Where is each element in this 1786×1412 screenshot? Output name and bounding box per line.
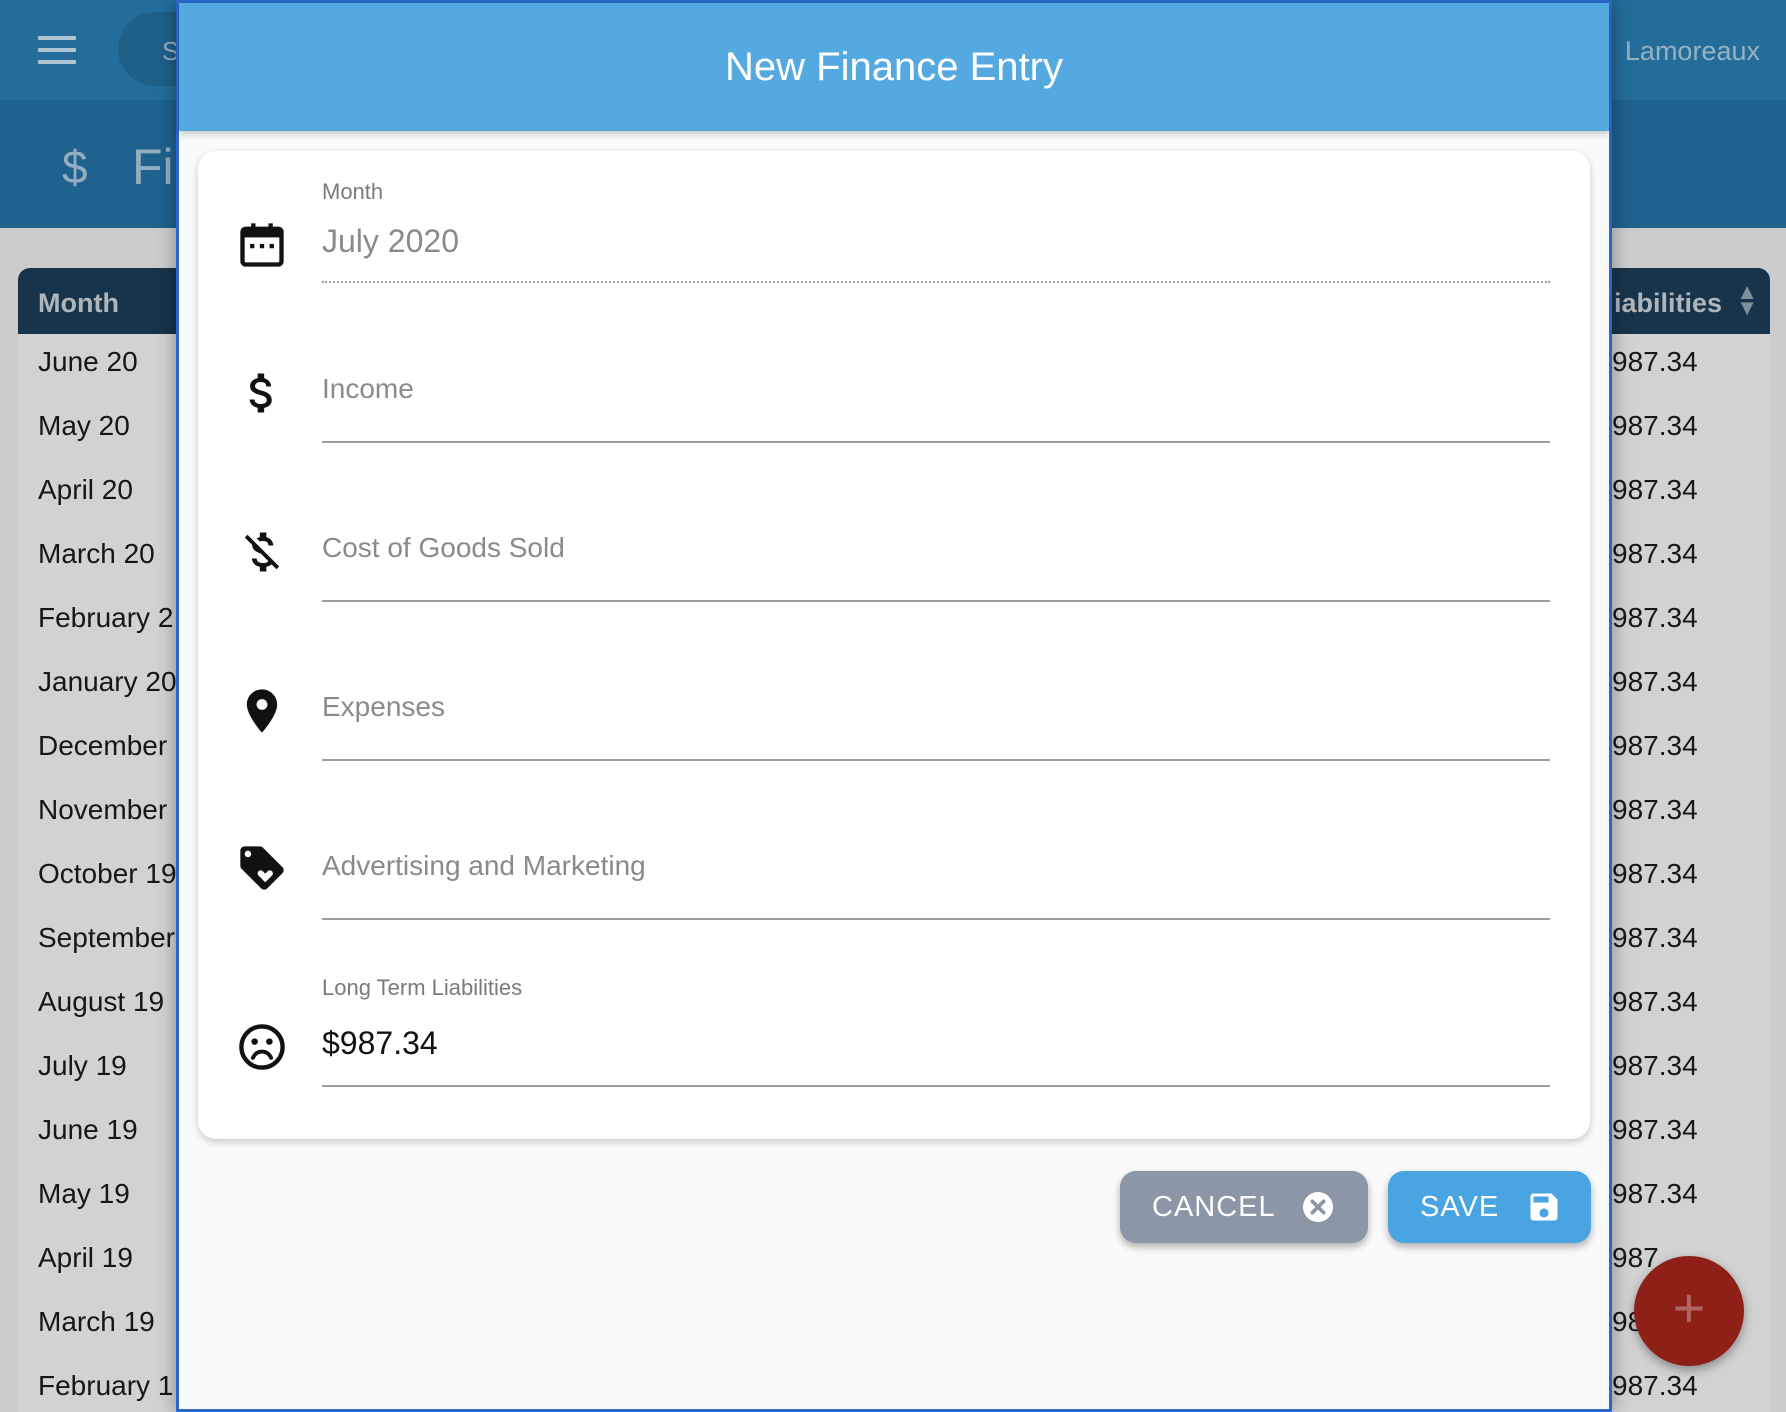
sad-face-icon bbox=[239, 1024, 285, 1070]
expenses-underline bbox=[322, 759, 1550, 761]
dollar-icon bbox=[249, 373, 272, 413]
new-finance-entry-dialog: New Finance Entry Month July 2020 Income bbox=[176, 0, 1612, 1412]
month-field[interactable]: Month July 2020 bbox=[198, 169, 1590, 289]
save-label: SAVE bbox=[1420, 1191, 1500, 1223]
form-card: Month July 2020 Income Cost of Goods Sol… bbox=[198, 151, 1590, 1139]
cogs-placeholder: Cost of Goods Sold bbox=[322, 532, 565, 563]
long-term-liabilities-field[interactable]: Long Term Liabilities $987.34 bbox=[198, 965, 1590, 1087]
cancel-label: CANCEL bbox=[1152, 1191, 1276, 1223]
month-value[interactable]: July 2020 bbox=[322, 223, 459, 260]
advertising-placeholder: Advertising and Marketing bbox=[322, 850, 646, 881]
cogs-underline bbox=[322, 600, 1550, 602]
advertising-and-marketing-field[interactable]: Advertising and Marketing bbox=[198, 806, 1590, 926]
expenses-placeholder: Expenses bbox=[322, 691, 445, 722]
income-placeholder: Income bbox=[322, 373, 414, 404]
save-button[interactable]: SAVE bbox=[1388, 1171, 1591, 1243]
tag-heart-icon bbox=[240, 846, 284, 890]
calendar-icon bbox=[240, 223, 284, 267]
liabilities-value[interactable]: $987.34 bbox=[322, 1025, 438, 1062]
month-underline bbox=[322, 281, 1550, 283]
money-off-icon bbox=[244, 532, 280, 572]
income-field[interactable]: Income bbox=[198, 329, 1590, 449]
location-pin-icon bbox=[246, 689, 278, 733]
month-label: Month bbox=[322, 179, 384, 204]
floppy-disk-icon bbox=[1530, 1193, 1558, 1221]
dialog-title: New Finance Entry bbox=[725, 45, 1063, 89]
liabilities-underline bbox=[322, 1085, 1550, 1087]
cost-of-goods-sold-field[interactable]: Cost of Goods Sold bbox=[198, 488, 1590, 608]
liabilities-label: Long Term Liabilities bbox=[322, 975, 523, 1000]
cancel-circle-icon bbox=[1303, 1192, 1333, 1222]
expenses-field[interactable]: Expenses bbox=[198, 647, 1590, 767]
cancel-button[interactable]: CANCEL bbox=[1120, 1171, 1368, 1243]
income-underline bbox=[322, 441, 1550, 443]
dialog-header: New Finance Entry bbox=[179, 3, 1609, 131]
advertising-underline bbox=[322, 918, 1550, 920]
